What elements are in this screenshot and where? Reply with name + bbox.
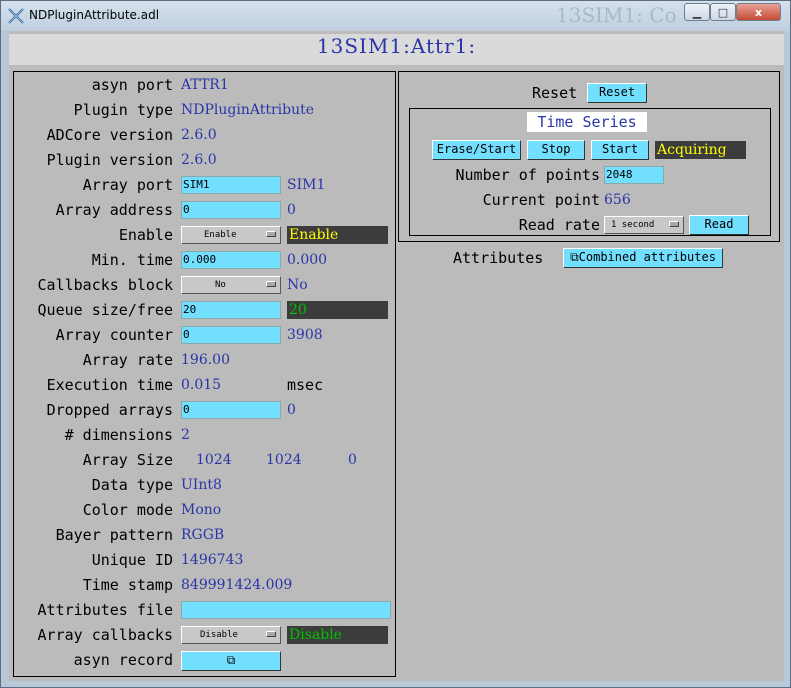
stop-button[interactable]: Stop — [527, 140, 585, 160]
array-counter-input[interactable]: 0 — [181, 326, 281, 344]
array-callbacks-label: Array callbacks — [37, 626, 173, 644]
asyn-record-label: asyn record — [73, 651, 173, 669]
plugin-type-value: NDPluginAttribute — [181, 102, 315, 118]
acquire-status: Acquiring — [655, 141, 746, 159]
time-series-title: Time Series — [527, 112, 647, 132]
array-size-x: 1024 — [196, 452, 232, 468]
reset-button[interactable]: Reset — [587, 83, 647, 103]
plugin-settings-panel: asyn port ATTR1 Plugin type NDPluginAttr… — [13, 71, 396, 677]
callbacks-block-select-value: No — [215, 280, 226, 290]
dropped-arrays-input[interactable]: 0 — [181, 401, 281, 419]
time-series-panel: Time Series Erase/Start Stop Start Acqui… — [409, 108, 771, 236]
dropdown-arrow-icon — [266, 631, 276, 637]
array-callbacks-select[interactable]: Disable — [181, 626, 281, 644]
color-mode-label: Color mode — [82, 501, 173, 519]
title-bar[interactable]: NDPluginAttribute.adl 13SIM1: Co ▁ □ x — [1, 1, 790, 31]
array-rate-label: Array rate — [82, 351, 173, 369]
array-port-label: Array port — [82, 176, 173, 194]
read-rate-select[interactable]: 1 second — [604, 216, 684, 234]
array-size-label: Array Size — [82, 451, 173, 469]
number-of-points-input[interactable]: 2048 — [604, 166, 664, 184]
window: NDPluginAttribute.adl 13SIM1: Co ▁ □ x 1… — [0, 0, 791, 688]
array-callbacks-readback: Disable — [287, 626, 388, 644]
time-stamp-value: 849991424.009 — [181, 577, 293, 593]
array-port-input[interactable]: SIM1 — [181, 176, 281, 194]
time-stamp-label: Time stamp — [82, 576, 173, 594]
unique-id-label: Unique ID — [91, 551, 173, 569]
data-type-value: UInt8 — [181, 477, 222, 493]
dropdown-arrow-icon — [669, 221, 679, 227]
array-rate-value: 196.00 — [181, 352, 230, 368]
asyn-port-value: ATTR1 — [181, 77, 229, 93]
unique-id-value: 1496743 — [181, 552, 244, 568]
array-address-readback: 0 — [287, 202, 296, 218]
plugin-type-label: Plugin type — [73, 101, 173, 119]
attributes-file-input[interactable] — [181, 601, 391, 619]
asyn-port-label: asyn port — [91, 76, 173, 94]
adcore-version-value: 2.6.0 — [181, 127, 217, 143]
dropped-arrays-readback: 0 — [287, 402, 296, 418]
callbacks-block-select[interactable]: No — [181, 276, 281, 294]
dropped-arrays-label: Dropped arrays — [46, 401, 173, 419]
start-button[interactable]: Start — [591, 140, 649, 160]
enable-select-value: Enable — [204, 230, 237, 240]
array-counter-readback: 3908 — [287, 327, 323, 343]
callbacks-block-label: Callbacks block — [37, 276, 173, 294]
app-x-icon — [8, 8, 24, 24]
array-port-readback: SIM1 — [287, 177, 326, 193]
array-counter-label: Array counter — [55, 326, 173, 344]
queue-size-input[interactable]: 20 — [181, 301, 281, 319]
adcore-version-label: ADCore version — [46, 126, 173, 144]
array-size-y: 1024 — [266, 452, 302, 468]
queue-free-readback: 20 — [287, 301, 388, 319]
enable-readback: Enable — [287, 226, 388, 244]
current-point-value: 656 — [604, 192, 631, 208]
bayer-pattern-label: Bayer pattern — [55, 526, 173, 544]
maximize-button[interactable]: □ — [710, 3, 736, 21]
dropdown-arrow-icon — [266, 231, 276, 237]
data-type-label: Data type — [91, 476, 173, 494]
min-time-label: Min. time — [91, 251, 173, 269]
reset-label: Reset — [532, 84, 578, 102]
attributes-file-label: Attributes file — [37, 601, 173, 619]
display-client-area: 13SIM1:Attr1: asyn port ATTR1 Plugin typ… — [9, 31, 784, 681]
array-callbacks-select-value: Disable — [200, 630, 238, 640]
dropdown-arrow-icon — [266, 281, 276, 287]
bayer-pattern-value: RGGB — [181, 527, 225, 543]
attributes-label: Attributes — [453, 249, 544, 267]
erase-start-button[interactable]: Erase/Start — [432, 140, 521, 160]
dimensions-label: # dimensions — [64, 426, 173, 444]
min-time-readback: 0.000 — [287, 252, 328, 268]
enable-select[interactable]: Enable — [181, 226, 281, 244]
enable-label: Enable — [118, 226, 173, 244]
close-button[interactable]: x — [736, 3, 781, 21]
window-title: NDPluginAttribute.adl — [29, 8, 160, 22]
plugin-version-value: 2.6.0 — [181, 152, 217, 168]
callbacks-block-readback: No — [287, 277, 308, 293]
minimize-button[interactable]: ▁ — [684, 3, 710, 21]
combined-attributes-button[interactable]: ⧉Combined attributes — [563, 248, 723, 268]
asyn-record-button[interactable]: ⧉ — [181, 651, 281, 671]
page-title: 13SIM1:Attr1: — [316, 34, 477, 58]
dimensions-value: 2 — [181, 427, 190, 443]
current-point-label: Current point — [482, 191, 600, 209]
array-address-input[interactable]: 0 — [181, 201, 281, 219]
read-rate-select-value: 1 second — [611, 220, 655, 230]
queue-size-free-label: Queue size/free — [37, 301, 173, 319]
execution-time-unit: msec — [287, 376, 324, 394]
read-rate-label: Read rate — [518, 216, 600, 234]
number-of-points-label: Number of points — [455, 166, 601, 184]
execution-time-label: Execution time — [46, 376, 173, 394]
color-mode-value: Mono — [181, 502, 222, 518]
array-address-label: Array address — [55, 201, 173, 219]
plugin-version-label: Plugin version — [46, 151, 173, 169]
reset-time-series-panel: Reset Reset Time Series Erase/Start Stop… — [398, 71, 780, 242]
array-size-z: 0 — [348, 452, 357, 468]
execution-time-value: 0.015 — [181, 377, 222, 393]
background-window-text: 13SIM1: Co — [556, 3, 677, 27]
read-button[interactable]: Read — [689, 215, 749, 235]
min-time-input[interactable]: 0.000 — [181, 251, 281, 269]
